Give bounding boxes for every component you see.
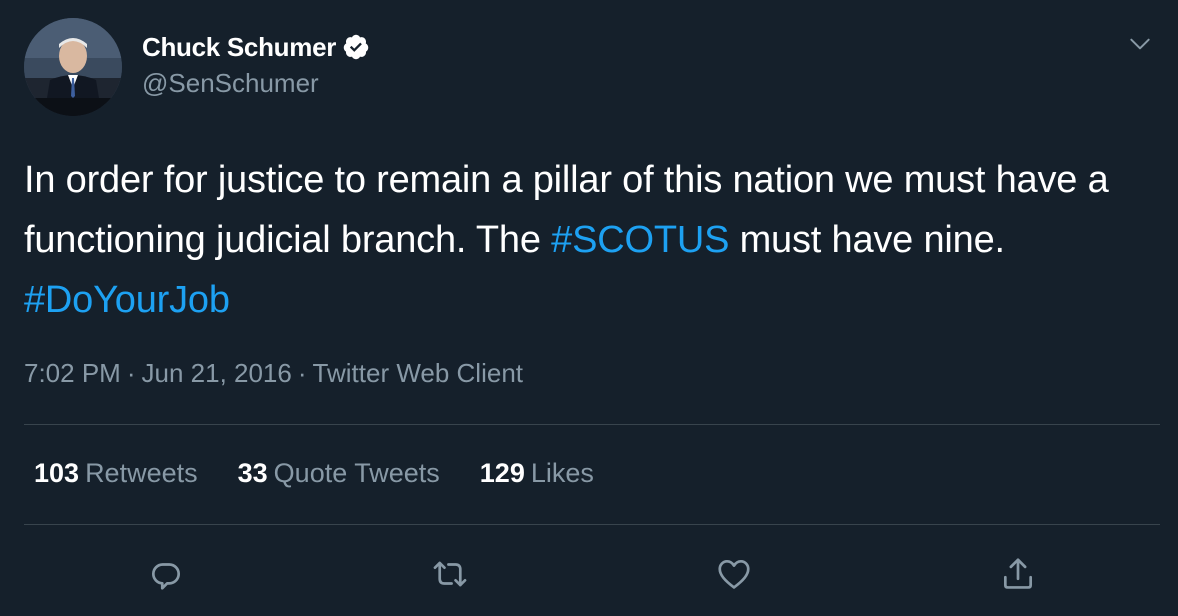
likes-stat[interactable]: 129 Likes [480,458,594,489]
likes-count: 129 [479,458,525,488]
user-info: Chuck Schumer @SenSchumer [142,30,370,99]
display-name[interactable]: Chuck Schumer [142,32,336,63]
meta-separator: · [126,358,136,388]
verified-badge-icon [342,33,370,61]
action-bar [0,552,1178,596]
tweet-card: Chuck Schumer @SenSchumer In order for j… [0,0,1178,616]
divider [24,424,1160,425]
quote-tweets-label: Quote Tweets [273,458,440,488]
tweet-stats: 103 Retweets 33 Quote Tweets 129 Likes [34,458,634,489]
chevron-down-icon [1130,38,1150,50]
heart-icon [718,559,750,589]
reply-icon [151,563,181,590]
quote-tweets-stat[interactable]: 33 Quote Tweets [238,458,440,489]
more-options-button[interactable] [1122,26,1158,62]
meta-separator: · [297,358,307,388]
tweet-source-link[interactable]: Twitter Web Client [313,358,523,388]
retweet-button[interactable] [428,552,472,596]
tweet-text-part2: must have nine. [729,219,1005,261]
tweet-time[interactable]: 7:02 PM [24,358,121,388]
avatar-photo [24,18,122,116]
likes-label: Likes [530,458,594,488]
user-handle[interactable]: @SenSchumer [142,68,370,99]
hashtag-scotus-link[interactable]: #SCOTUS [551,219,729,261]
reply-button[interactable] [144,552,188,596]
like-button[interactable] [712,552,756,596]
retweets-count: 103 [34,458,80,488]
retweets-stat[interactable]: 103 Retweets [34,458,198,489]
tweet-meta: 7:02 PM · Jun 21, 2016 · Twitter Web Client [24,358,523,389]
retweets-label: Retweets [85,458,198,488]
avatar[interactable] [24,18,122,116]
tweet-date[interactable]: Jun 21, 2016 [142,358,292,388]
share-icon [1003,558,1033,589]
quote-tweets-count: 33 [237,458,268,488]
divider [24,524,1160,525]
tweet-text: In order for justice to remain a pillar … [24,150,1144,330]
retweet-icon [433,561,467,587]
hashtag-doyourjob-link[interactable]: #DoYourJob [24,279,230,321]
share-button[interactable] [996,552,1040,596]
